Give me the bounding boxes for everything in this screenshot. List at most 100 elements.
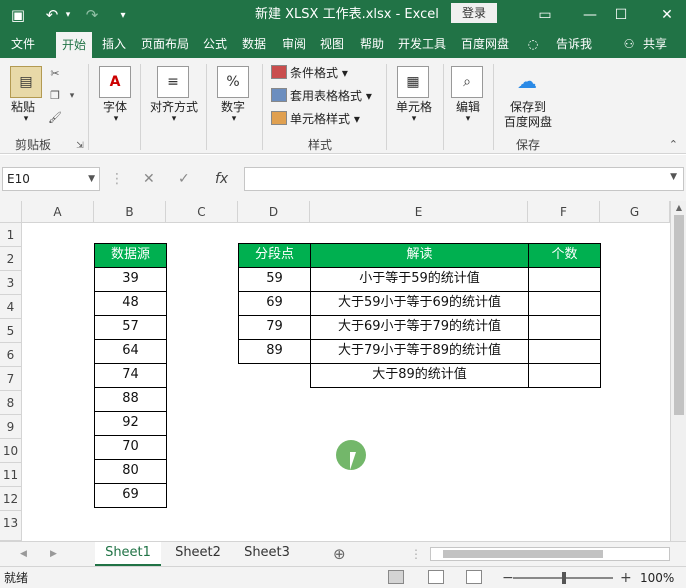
column-header-e[interactable]: E <box>310 201 528 223</box>
count-cell[interactable] <box>528 363 601 388</box>
interpretation-cell[interactable]: 大于79小于等于89的统计值 <box>310 339 529 364</box>
row-header[interactable]: 6 <box>0 343 22 367</box>
collapse-ribbon-icon[interactable]: ⌃ <box>669 138 678 151</box>
sheet-tab-sheet3[interactable]: Sheet3 <box>234 542 300 566</box>
row-header[interactable]: 3 <box>0 271 22 295</box>
breakpoint-cell[interactable]: 79 <box>238 315 311 340</box>
login-button[interactable]: 登录 <box>451 3 497 23</box>
next-sheet-icon[interactable]: ▶ <box>50 542 57 566</box>
baidu-pan-icon[interactable]: ☁ <box>511 66 543 98</box>
data-source-cell[interactable]: 69 <box>94 483 167 508</box>
vertical-scrollbar[interactable]: ▲ <box>670 201 686 541</box>
number-format-icon[interactable]: % <box>217 66 249 98</box>
zoom-slider-thumb[interactable] <box>562 572 566 584</box>
row-header[interactable]: 1 <box>0 223 22 247</box>
tab-help[interactable]: 帮助 <box>354 30 390 58</box>
row-header[interactable]: 11 <box>0 463 22 487</box>
tab-data[interactable]: 数据 <box>236 30 272 58</box>
zoom-level[interactable]: 100% <box>640 567 674 588</box>
conditional-format-button[interactable]: 条件格式 ▾ <box>271 64 348 82</box>
vertical-scroll-thumb[interactable] <box>674 215 684 415</box>
interpretation-header[interactable]: 解读 <box>310 243 529 268</box>
horizontal-scroll-thumb[interactable] <box>443 550 603 558</box>
row-header[interactable]: 10 <box>0 439 22 463</box>
column-header-b[interactable]: B <box>94 201 166 223</box>
undo-dropdown-icon[interactable]: ▾ <box>62 0 74 30</box>
tab-page-layout[interactable]: 页面布局 <box>136 30 194 58</box>
search-icon[interactable]: ⌕ <box>451 66 483 98</box>
data-source-cell[interactable]: 92 <box>94 411 167 436</box>
count-cell[interactable] <box>528 315 601 340</box>
row-header[interactable]: 8 <box>0 391 22 415</box>
close-icon[interactable]: ✕ <box>652 0 682 30</box>
spreadsheet-grid[interactable]: A B C D E F G 1 2 3 4 5 6 7 8 9 10 11 12… <box>0 201 686 541</box>
cells-dropdown-icon[interactable]: ▾ <box>404 114 424 124</box>
name-box[interactable]: E10 ▼ <box>2 167 100 191</box>
sheet-tab-sheet2[interactable]: Sheet2 <box>165 542 231 566</box>
number-label[interactable]: 数字 <box>212 98 254 115</box>
data-source-cell[interactable]: 80 <box>94 459 167 484</box>
column-header-g[interactable]: G <box>600 201 670 223</box>
ribbon-display-icon[interactable]: ▭ <box>530 0 560 30</box>
formula-input[interactable]: ▼ <box>244 167 684 191</box>
data-source-cell[interactable]: 57 <box>94 315 167 340</box>
prev-sheet-icon[interactable]: ◀ <box>20 542 27 566</box>
paste-icon[interactable]: ▤ <box>10 66 42 98</box>
clipboard-launcher-icon[interactable]: ⇲ <box>72 138 88 154</box>
table-format-button[interactable]: 套用表格格式 ▾ <box>271 87 372 105</box>
paste-dropdown-icon[interactable]: ▾ <box>16 114 36 124</box>
row-header[interactable]: 4 <box>0 295 22 319</box>
row-header[interactable]: 12 <box>0 487 22 511</box>
font-label[interactable]: 字体 <box>94 98 136 115</box>
data-source-cell[interactable]: 39 <box>94 267 167 292</box>
font-dropdown-icon[interactable]: ▾ <box>106 114 126 124</box>
column-header-c[interactable]: C <box>166 201 238 223</box>
interpretation-cell[interactable]: 大于59小于等于69的统计值 <box>310 291 529 316</box>
alignment-label[interactable]: 对齐方式 <box>146 98 202 115</box>
maximize-icon[interactable]: ☐ <box>606 0 636 30</box>
cells-icon[interactable]: ▦ <box>397 66 429 98</box>
redo-icon[interactable]: ↷ <box>80 0 104 30</box>
tab-file[interactable]: 文件 <box>0 30 46 58</box>
column-header-a[interactable]: A <box>22 201 94 223</box>
cut-icon[interactable]: ✂ <box>47 66 63 82</box>
insert-function-icon[interactable]: fx <box>215 167 228 191</box>
count-header[interactable]: 个数 <box>528 243 601 268</box>
page-break-view-icon[interactable] <box>466 570 482 584</box>
tab-splitter-icon[interactable]: ⋮ <box>410 542 422 566</box>
alignment-icon[interactable]: ≡ <box>157 66 189 98</box>
copy-dropdown-icon[interactable]: ▾ <box>64 88 80 104</box>
breakpoint-cell[interactable]: 59 <box>238 267 311 292</box>
data-source-cell[interactable]: 88 <box>94 387 167 412</box>
row-header[interactable]: 9 <box>0 415 22 439</box>
column-header-f[interactable]: F <box>528 201 600 223</box>
data-source-cell[interactable]: 48 <box>94 291 167 316</box>
scroll-up-icon[interactable]: ▲ <box>671 203 686 212</box>
tab-formulas[interactable]: 公式 <box>198 30 232 58</box>
interpretation-cell[interactable]: 小于等于59的统计值 <box>310 267 529 292</box>
baidu-pan-label[interactable]: 百度网盘 <box>500 113 556 130</box>
page-layout-view-icon[interactable] <box>428 570 444 584</box>
copy-icon[interactable]: ❐ <box>47 88 63 104</box>
tab-baidu-pan[interactable]: 百度网盘 <box>456 30 514 58</box>
data-source-cell[interactable]: 70 <box>94 435 167 460</box>
row-header[interactable]: 13 <box>0 511 22 541</box>
customize-toolbar-icon[interactable]: ▾ <box>116 0 130 30</box>
row-header[interactable]: 2 <box>0 247 22 271</box>
tab-insert[interactable]: 插入 <box>96 30 132 58</box>
zoom-out-icon[interactable]: − <box>502 567 514 588</box>
add-sheet-icon[interactable]: ⊕ <box>333 542 346 566</box>
cell-style-button[interactable]: 单元格样式 ▾ <box>271 110 360 128</box>
interpretation-cell[interactable]: 大于69小于等于79的统计值 <box>310 315 529 340</box>
breakpoint-cell[interactable]: 69 <box>238 291 311 316</box>
format-painter-icon[interactable]: 🖌 <box>47 110 63 126</box>
interpretation-cell[interactable]: 大于89的统计值 <box>310 363 529 388</box>
normal-view-icon[interactable] <box>388 570 404 584</box>
row-header[interactable]: 7 <box>0 367 22 391</box>
row-header[interactable]: 5 <box>0 319 22 343</box>
paste-label[interactable]: 粘贴 <box>8 98 38 115</box>
undo-icon[interactable]: ↶ <box>40 0 64 30</box>
count-cell[interactable] <box>528 267 601 292</box>
data-source-cell[interactable]: 64 <box>94 339 167 364</box>
cells-label[interactable]: 单元格 <box>390 98 438 115</box>
